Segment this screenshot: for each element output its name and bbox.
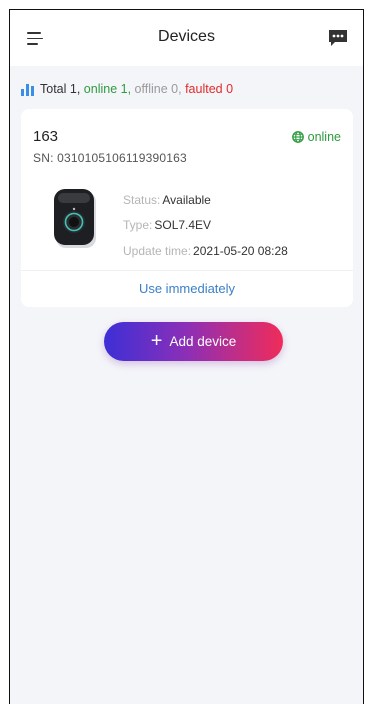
sn-label: SN: xyxy=(33,151,54,165)
update-time-value: 2021-05-20 08:28 xyxy=(193,244,288,258)
update-time-key: Update time: xyxy=(123,244,192,258)
plus-icon: + xyxy=(150,329,163,352)
device-summary: Total 1, online 1, offline 0, faulted 0 xyxy=(21,80,233,98)
type-key: Type: xyxy=(123,218,153,232)
device-sn: SN: 0310105106119390163 xyxy=(33,151,187,165)
type-value: SOL7.4EV xyxy=(154,218,212,232)
app-screen: Devices Total 1, online 1, offline 0, fa… xyxy=(9,9,364,704)
use-immediately-button[interactable]: Use immediately xyxy=(21,270,353,307)
status-key: Status: xyxy=(123,193,161,207)
sn-value: 0310105106119390163 xyxy=(57,151,187,165)
status-value: Available xyxy=(162,193,211,207)
bar-chart-icon xyxy=(21,84,34,96)
status-row: Status: Available xyxy=(123,193,211,207)
top-bar: Devices xyxy=(10,10,363,66)
page-title: Devices xyxy=(158,28,215,45)
globe-icon xyxy=(291,131,304,143)
device-card[interactable]: 163 SN: 0310105106119390163 online Statu… xyxy=(21,109,353,307)
connection-status: online xyxy=(291,130,341,144)
charger-image xyxy=(54,189,96,248)
type-row: Type: SOL7.4EV xyxy=(123,218,211,232)
update-time-row: Update time: 2021-05-20 08:28 xyxy=(123,244,288,258)
total-count: Total 1, xyxy=(40,82,81,96)
add-device-label: Add device xyxy=(169,334,237,349)
connection-status-label: online xyxy=(307,130,341,144)
offline-count: offline 0, xyxy=(134,82,182,96)
add-device-button[interactable]: + Add device xyxy=(104,322,283,361)
device-name: 163 xyxy=(33,128,59,145)
faulted-count: faulted 0 xyxy=(185,82,234,96)
message-icon[interactable] xyxy=(328,29,348,47)
online-count: online 1, xyxy=(83,82,132,96)
